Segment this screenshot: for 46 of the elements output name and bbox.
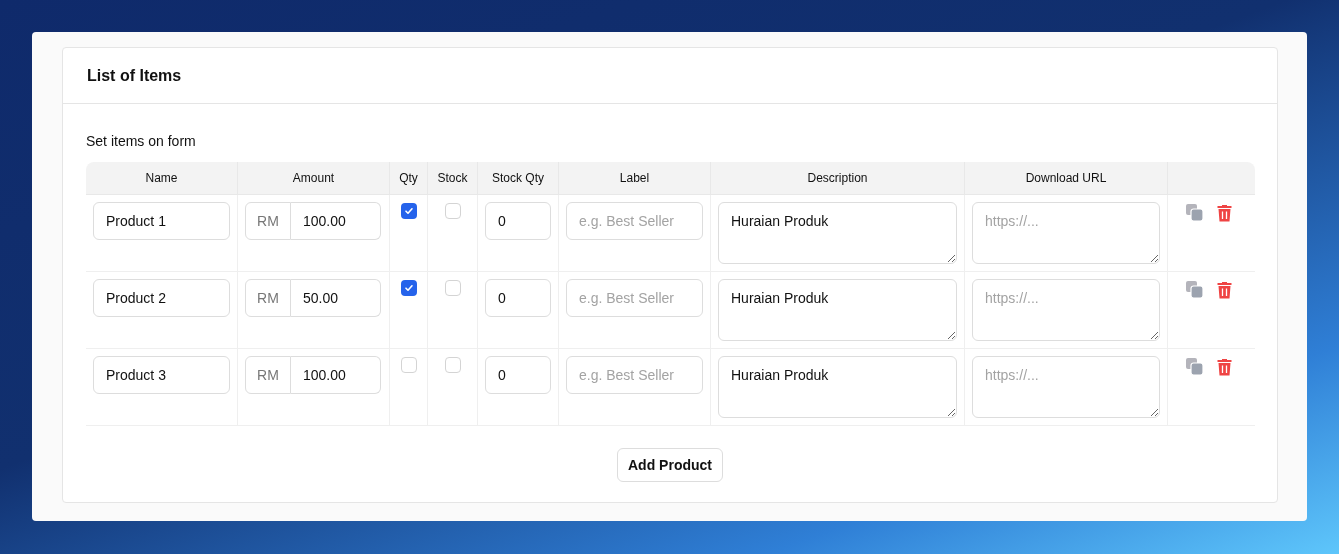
name-field[interactable]: Product 3 (93, 356, 230, 394)
column-header: Download URL (965, 162, 1168, 195)
delete-icon[interactable] (1217, 281, 1232, 299)
copy-icon[interactable] (1186, 204, 1203, 221)
column-header: Stock (428, 162, 478, 195)
label-field[interactable]: e.g. Best Seller (566, 279, 703, 317)
amount-field[interactable]: 100.00 (291, 356, 381, 394)
column-header: Label (559, 162, 711, 195)
amount-field[interactable]: 50.00 (291, 279, 381, 317)
amount-field[interactable]: 100.00 (291, 202, 381, 240)
stock-qty-field[interactable]: 0 (485, 279, 551, 317)
section-label: Set items on form (86, 132, 197, 151)
download-url-field[interactable]: https://... (972, 279, 1160, 341)
column-header: Stock Qty (478, 162, 559, 195)
label-field[interactable]: e.g. Best Seller (566, 356, 703, 394)
currency-prefix: RM (245, 356, 291, 394)
checkmark-icon (403, 283, 414, 293)
currency-prefix: RM (245, 279, 291, 317)
stock-qty-field[interactable]: 0 (485, 202, 551, 240)
delete-icon[interactable] (1217, 358, 1232, 376)
stock-qty-field[interactable]: 0 (485, 356, 551, 394)
panel-title: List of Items (87, 65, 182, 86)
add-product-button[interactable]: Add Product (617, 448, 723, 482)
checkbox[interactable] (444, 280, 461, 296)
column-header: Name (86, 162, 238, 195)
label-field[interactable]: e.g. Best Seller (566, 202, 703, 240)
checkbox[interactable] (400, 203, 417, 219)
checkbox[interactable] (444, 357, 461, 373)
column-header: Qty (390, 162, 428, 195)
download-url-field[interactable]: https://... (972, 356, 1160, 418)
checkmark-icon (403, 206, 414, 216)
copy-icon[interactable] (1186, 281, 1203, 298)
description-field[interactable]: Huraian Produk (718, 356, 957, 418)
name-field[interactable]: Product 1 (93, 202, 230, 240)
checkbox[interactable] (400, 357, 417, 373)
description-field[interactable]: Huraian Produk (718, 279, 957, 341)
name-field[interactable]: Product 2 (93, 279, 230, 317)
description-field[interactable]: Huraian Produk (718, 202, 957, 264)
delete-icon[interactable] (1217, 204, 1232, 222)
copy-icon[interactable] (1186, 358, 1203, 375)
column-header: Description (711, 162, 965, 195)
column-header: Amount (238, 162, 390, 195)
checkbox[interactable] (444, 203, 461, 219)
checkbox[interactable] (400, 280, 417, 296)
download-url-field[interactable]: https://... (972, 202, 1160, 264)
currency-prefix: RM (245, 202, 291, 240)
